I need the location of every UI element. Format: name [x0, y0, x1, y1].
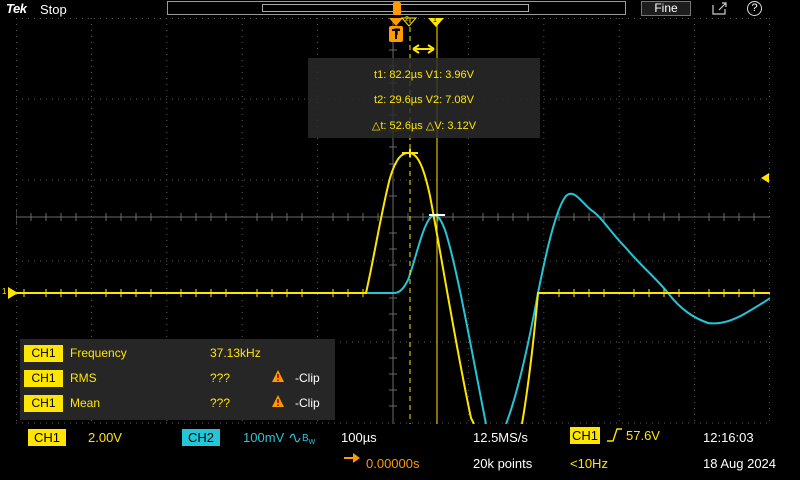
trigger-level[interactable]: 57.6V: [626, 428, 660, 443]
ch2-badge[interactable]: CH2: [182, 429, 220, 446]
fine-button[interactable]: Fine: [641, 1, 691, 16]
timebase-scale[interactable]: 100µs: [341, 430, 377, 445]
brand-logo: Tek: [6, 1, 27, 16]
trigger-frequency: <10Hz: [570, 456, 608, 471]
ch1-scale[interactable]: 2.00V: [88, 430, 122, 445]
ch2-bw-limit: BW: [302, 433, 316, 446]
measurement-name: RMS: [70, 371, 97, 385]
ch1-badge[interactable]: CH1: [28, 429, 66, 446]
record-length[interactable]: 20k points: [473, 456, 532, 471]
measurement-row[interactable]: CH1 Mean ??? -Clip: [20, 392, 335, 414]
oscilloscope-screen: Tek Stop Fine ? 2 1 T 1 t1: 82.2µs V1: 3…: [0, 0, 800, 480]
cursor-readout[interactable]: t1: 82.2µs V1: 3.96V t2: 29.6µs V2: 7.08…: [308, 58, 540, 138]
ch2-scale[interactable]: 100mV: [243, 430, 284, 445]
help-icon[interactable]: ?: [747, 1, 762, 16]
measurement-value: ???: [210, 371, 231, 385]
measurement-channel-badge: CH1: [24, 395, 63, 412]
measurement-status: -Clip: [295, 396, 320, 410]
cursor-readout-line3: △t: 52.6µs △V: 3.12V: [371, 120, 477, 132]
warning-icon: [272, 370, 284, 382]
measurement-row[interactable]: CH1 RMS ??? -Clip: [20, 367, 335, 389]
sample-rate[interactable]: 12.5MS/s: [473, 430, 528, 445]
warning-icon: [272, 395, 284, 407]
measurement-name: Mean: [70, 396, 101, 410]
trigger-level-icon[interactable]: [759, 172, 771, 184]
run-state[interactable]: Stop: [40, 2, 67, 17]
cursor-1-label: 1: [433, 17, 437, 24]
measurement-name: Frequency: [70, 346, 127, 360]
clock-time: 12:16:03: [703, 430, 754, 445]
delay-arrow-icon: [344, 453, 360, 463]
ch2-ac-coupling-icon: [289, 433, 301, 443]
clock-date: 18 Aug 2024: [703, 456, 777, 471]
cursor-readout-line1: t1: 82.2µs V1: 3.96V: [374, 69, 474, 81]
measurement-value: 37.13kHz: [210, 346, 261, 360]
measurement-value: ???: [210, 396, 231, 410]
measurement-channel-badge: CH1: [24, 345, 63, 362]
cursor-readout-line2: t2: 29.6µs V2: 7.08V: [374, 94, 474, 106]
measurement-channel-badge: CH1: [24, 370, 63, 387]
rising-edge-icon: [607, 428, 622, 442]
trigger-source-badge[interactable]: CH1: [570, 427, 600, 444]
measurement-panel[interactable]: CH1 Frequency 37.13kHz CH1 RMS ??? -Clip…: [20, 339, 335, 420]
delta-time-arrow: [412, 44, 435, 54]
measurement-row[interactable]: CH1 Frequency 37.13kHz: [20, 342, 335, 364]
trigger-marker-label: T: [394, 27, 400, 37]
ch1-ground-label: 1: [2, 287, 7, 296]
save-icon[interactable]: [712, 1, 728, 15]
measurement-status: -Clip: [295, 371, 320, 385]
horizontal-delay[interactable]: 0.00000s: [366, 456, 420, 471]
cursor-2-label: 2: [405, 16, 409, 23]
